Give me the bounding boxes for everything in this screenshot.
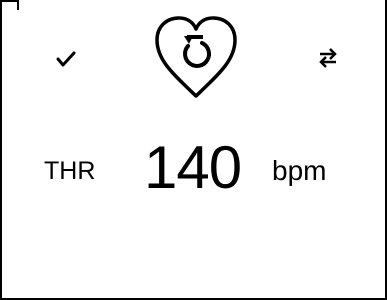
readout-label: THR: [44, 157, 96, 185]
unit-label: bpm: [272, 155, 327, 186]
swap-button[interactable]: [314, 44, 342, 72]
heart-rate-screen: THR 140 bpm: [0, 0, 387, 300]
checkmark-icon: [56, 51, 76, 67]
top-left-frame-edge: [2, 0, 19, 10]
heart-rate-value: 140: [144, 134, 242, 201]
heart-reset-icon: [155, 16, 237, 98]
swap-arrows-icon: [319, 48, 337, 68]
heart-reset-button[interactable]: [148, 12, 244, 100]
confirm-button[interactable]: [52, 46, 80, 72]
heart-rate-readout: THR 140 bpm: [2, 132, 387, 212]
